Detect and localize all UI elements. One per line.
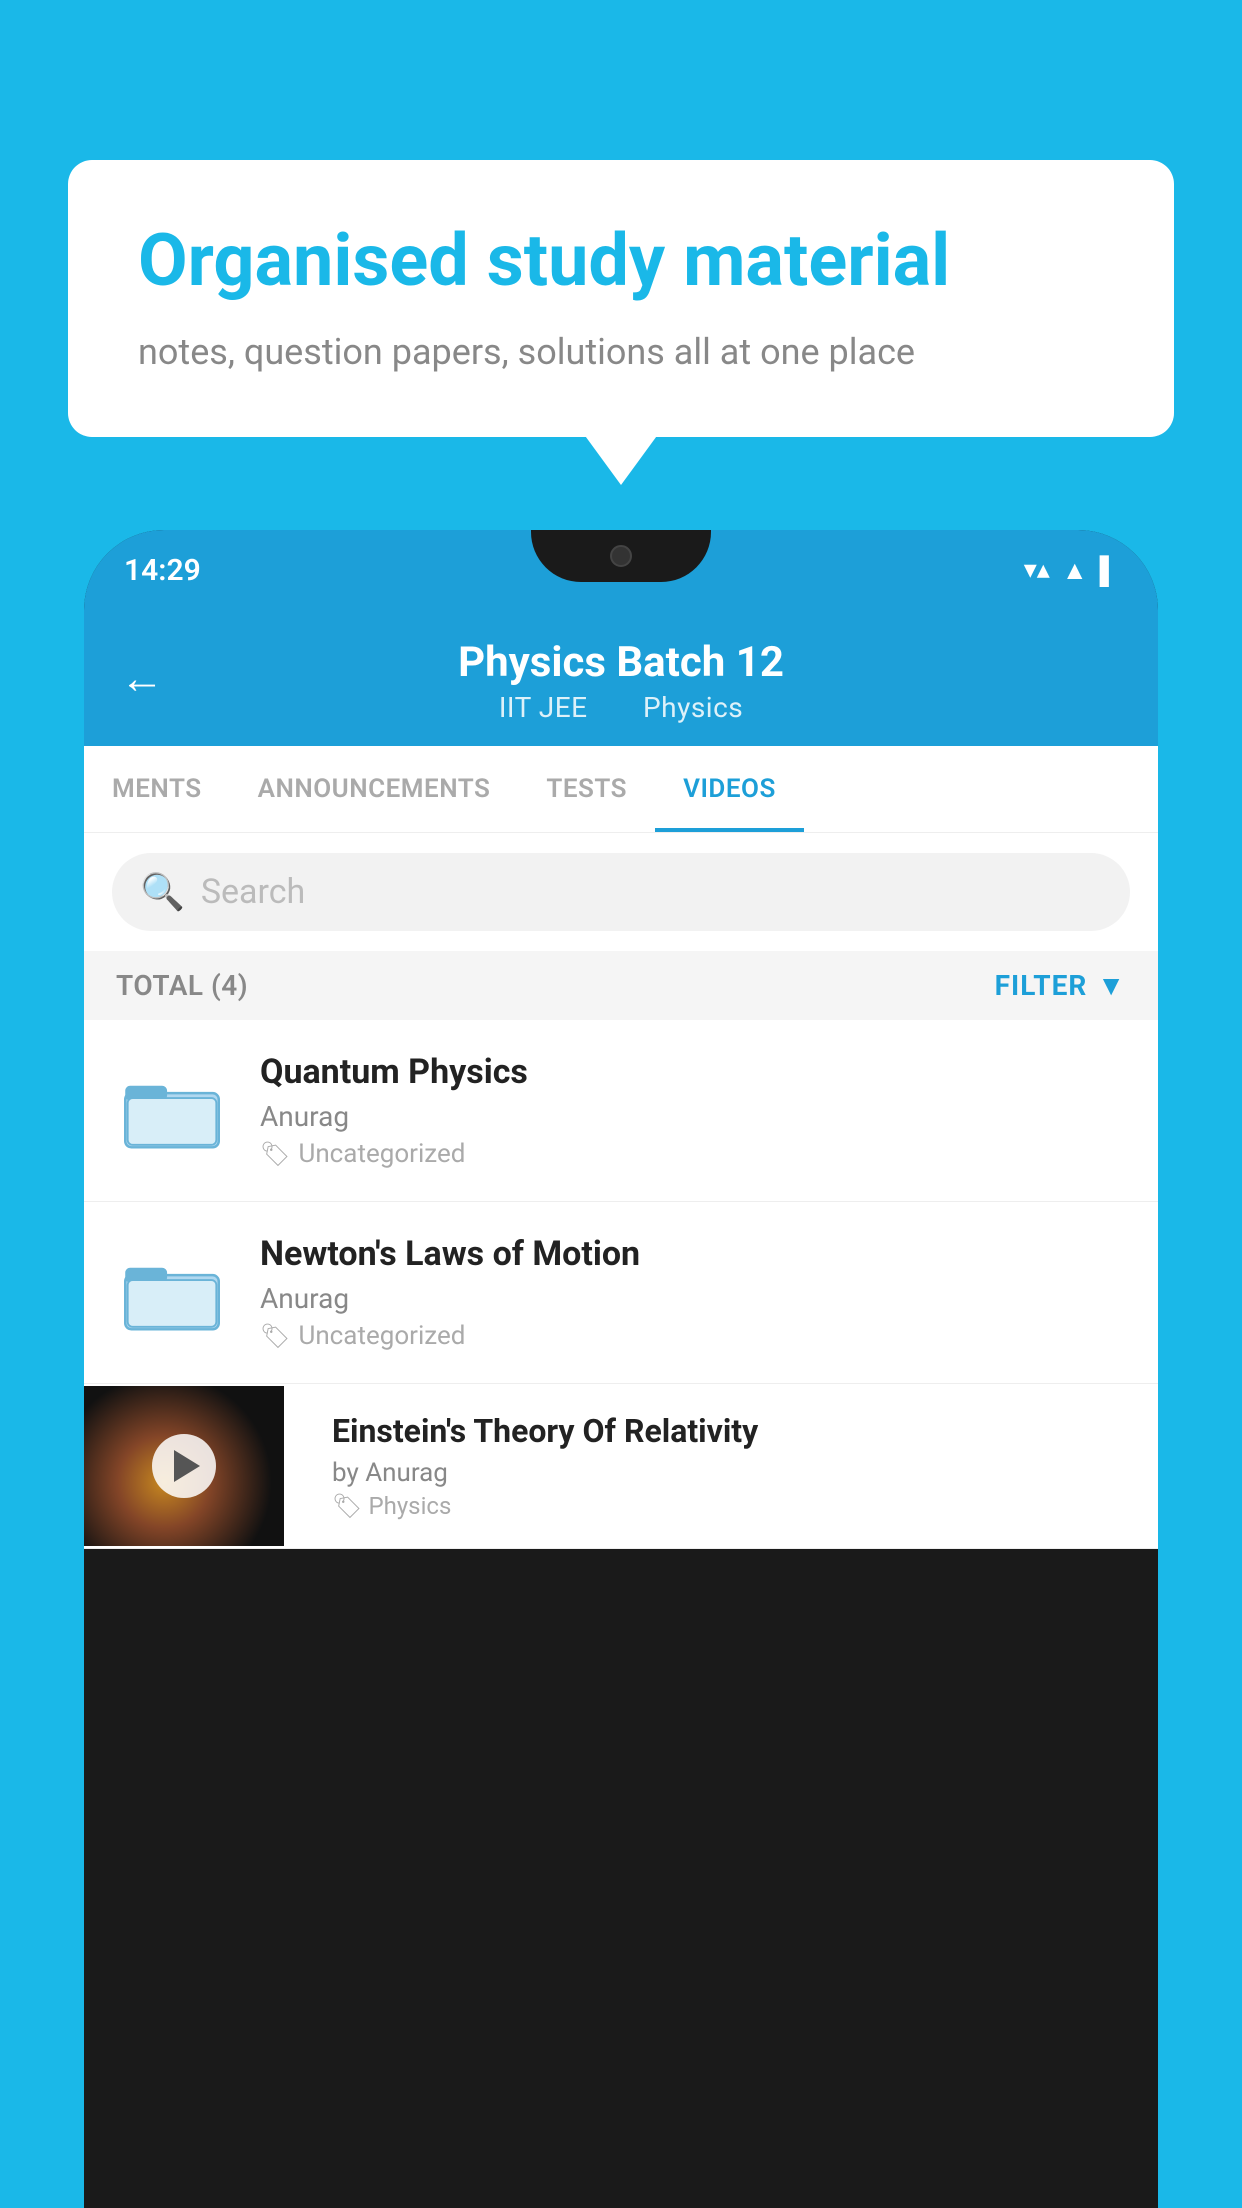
list-item[interactable]: Quantum Physics Anurag 🏷 Uncategorized — [84, 1020, 1158, 1202]
tab-ments[interactable]: MENTS — [84, 746, 230, 832]
filter-label: FILTER — [995, 969, 1088, 1002]
tabs-container: MENTS ANNOUNCEMENTS TESTS VIDEOS — [84, 746, 1158, 833]
video-author: by Anurag — [332, 1458, 1138, 1488]
tag-icon: 🏷 — [260, 1322, 290, 1350]
video-title: Einstein's Theory Of Relativity — [332, 1412, 1138, 1450]
video-thumbnail — [112, 1066, 232, 1156]
tab-announcements[interactable]: ANNOUNCEMENTS — [230, 746, 519, 832]
video-info: Newton's Laws of Motion Anurag 🏷 Uncateg… — [260, 1234, 1130, 1351]
status-time: 14:29 — [124, 553, 201, 588]
search-container: 🔍 Search — [84, 833, 1158, 951]
status-icons: ▾▴ ▲ ▌ — [1024, 555, 1118, 586]
video-title: Quantum Physics — [260, 1052, 1130, 1092]
video-tag: 🏷 Uncategorized — [260, 1139, 1130, 1169]
video-thumbnail-image — [84, 1386, 284, 1546]
app-title: Physics Batch 12 — [458, 638, 784, 687]
video-info: Quantum Physics Anurag 🏷 Uncategorized — [260, 1052, 1130, 1169]
signal-icon: ▲ — [1062, 555, 1088, 586]
video-author: Anurag — [260, 1100, 1130, 1133]
battery-icon: ▌ — [1100, 555, 1118, 586]
search-placeholder: Search — [201, 872, 305, 912]
speech-bubble-container: Organised study material notes, question… — [68, 160, 1174, 437]
video-author: Anurag — [260, 1282, 1130, 1315]
tag-icon: 🏷 — [260, 1140, 290, 1168]
camera-dot — [610, 545, 632, 567]
play-button[interactable] — [152, 1434, 216, 1498]
video-tag: 🏷 Uncategorized — [260, 1321, 1130, 1351]
speech-bubble-title: Organised study material — [138, 220, 1104, 303]
filter-row: TOTAL (4) FILTER ▼ — [84, 951, 1158, 1020]
tab-tests[interactable]: TESTS — [518, 746, 655, 832]
tag-icon: 🏷 — [332, 1492, 362, 1520]
video-title: Newton's Laws of Motion — [260, 1234, 1130, 1274]
app-header: ← Physics Batch 12 IIT JEE Physics — [84, 610, 1158, 746]
back-button[interactable]: ← — [120, 652, 164, 704]
wifi-icon: ▾▴ — [1024, 555, 1050, 585]
subtitle-physics: Physics — [643, 691, 743, 724]
tab-videos[interactable]: VIDEOS — [655, 746, 804, 832]
search-icon: 🔍 — [140, 871, 185, 913]
video-thumbnail — [112, 1248, 232, 1338]
app-subtitle: IIT JEE Physics — [487, 691, 755, 724]
search-bar[interactable]: 🔍 Search — [112, 853, 1130, 931]
list-item[interactable]: Newton's Laws of Motion Anurag 🏷 Uncateg… — [84, 1202, 1158, 1384]
notch — [531, 530, 711, 582]
filter-icon: ▼ — [1097, 969, 1126, 1002]
speech-bubble-subtitle: notes, question papers, solutions all at… — [138, 327, 1104, 377]
video-list: Quantum Physics Anurag 🏷 Uncategorized — [84, 1020, 1158, 1549]
total-count: TOTAL (4) — [116, 969, 248, 1002]
folder-icon — [122, 1071, 222, 1151]
status-bar: 14:29 ▾▴ ▲ ▌ — [84, 530, 1158, 610]
subtitle-iitjee: IIT JEE — [499, 691, 588, 724]
video-tag: 🏷 Physics — [332, 1492, 1138, 1520]
list-item[interactable]: Einstein's Theory Of Relativity by Anura… — [84, 1384, 1158, 1549]
filter-button[interactable]: FILTER ▼ — [995, 969, 1126, 1002]
phone-frame: 14:29 ▾▴ ▲ ▌ ← Physics Batch 12 IIT JEE … — [84, 530, 1158, 2208]
video-info: Einstein's Theory Of Relativity by Anura… — [312, 1384, 1158, 1548]
folder-icon — [122, 1253, 222, 1333]
speech-bubble: Organised study material notes, question… — [68, 160, 1174, 437]
